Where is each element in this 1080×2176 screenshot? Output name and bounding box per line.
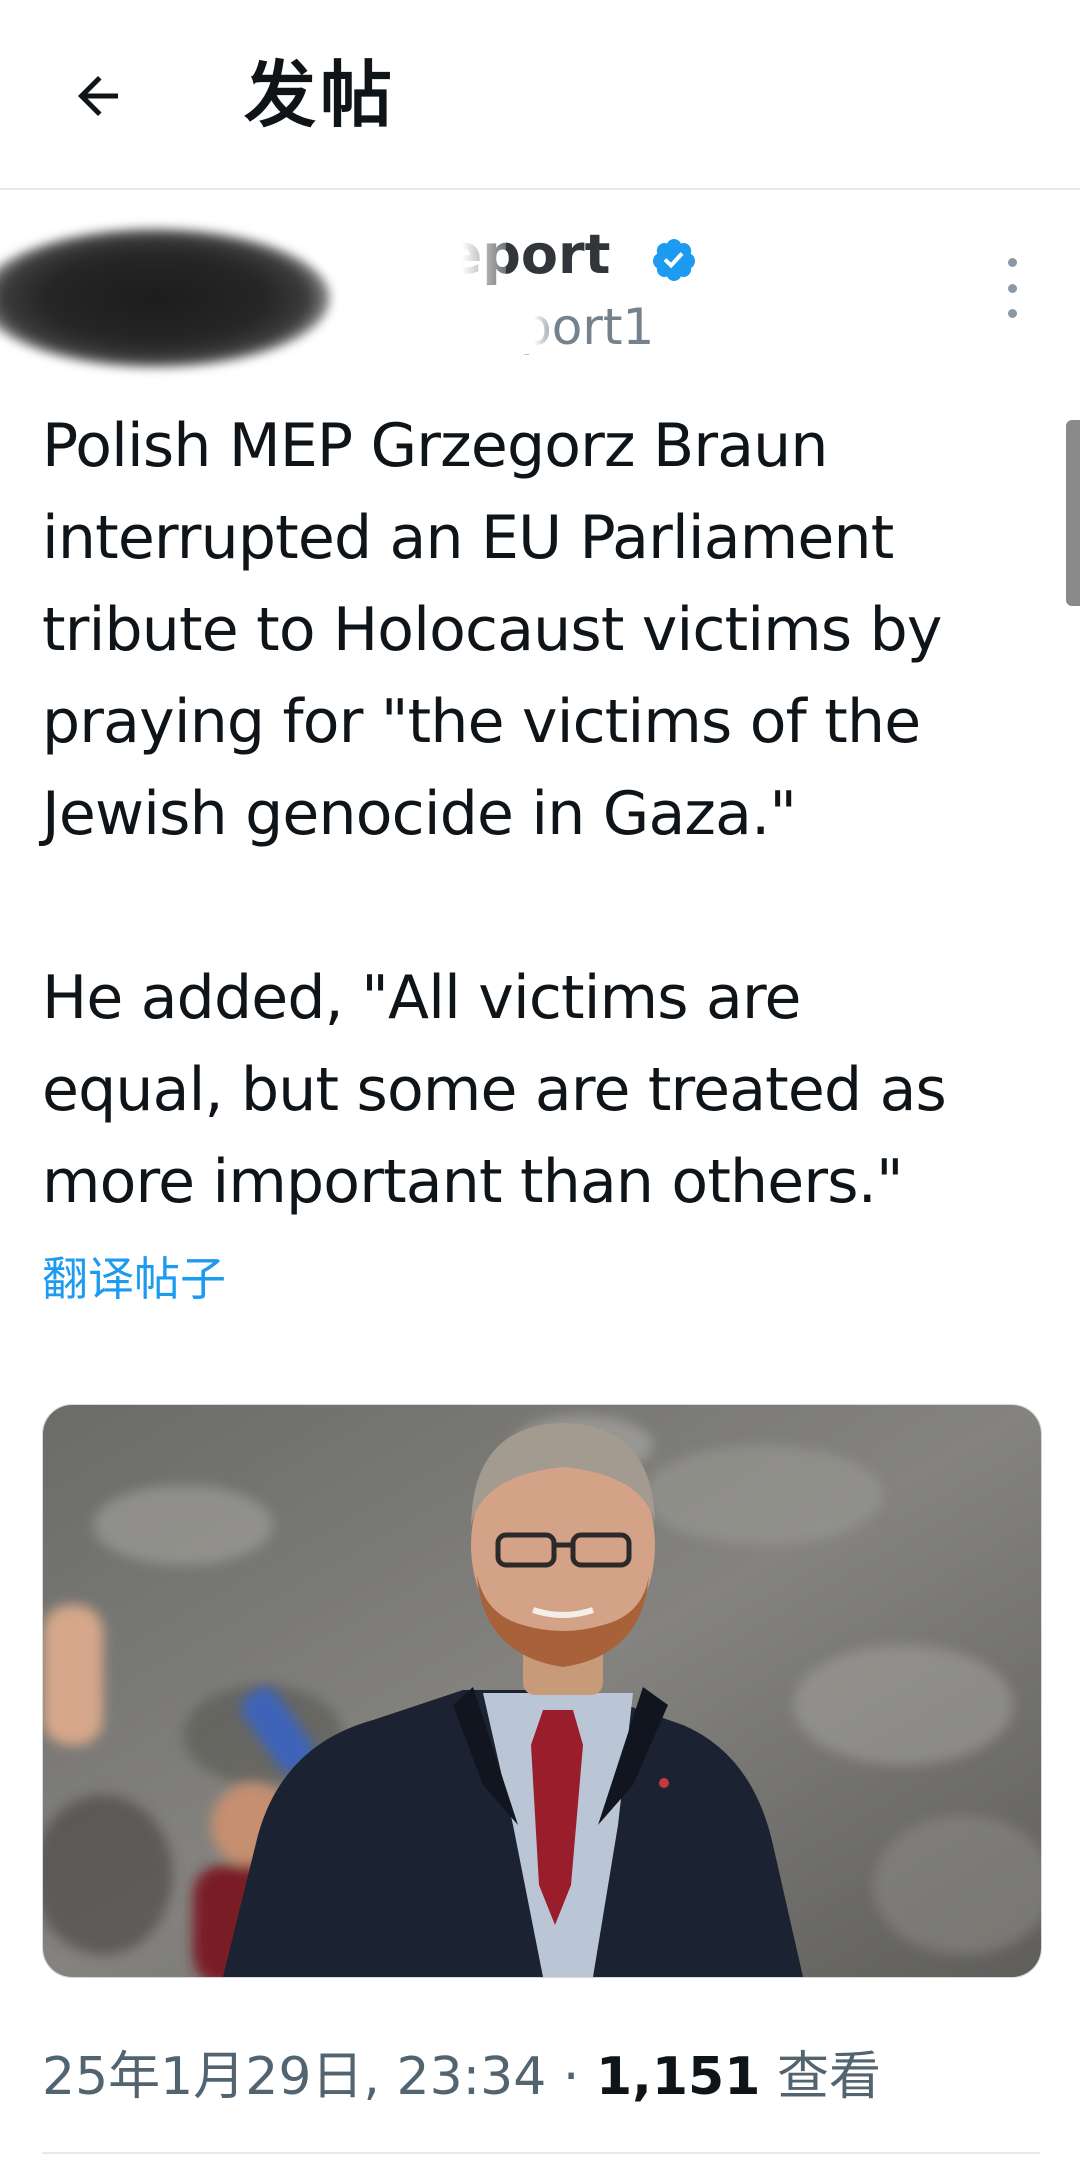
arrow-left-icon [78, 76, 118, 116]
top-bar: 发帖 [0, 0, 1080, 190]
post-meta: 25年1月29日, 23:34 · 1,151 查看 [42, 2046, 881, 2108]
avatar[interactable] [0, 228, 330, 368]
views-label: 查看 [760, 2047, 881, 2107]
post-timestamp[interactable]: 25年1月29日, 23:34 [42, 2047, 546, 2107]
back-button[interactable] [56, 54, 140, 138]
page-title: 发帖 [244, 53, 397, 137]
photo-man-in-suit [43, 1405, 1041, 1977]
views-count[interactable]: 1,151 [596, 2047, 760, 2107]
meta-separator: · [546, 2047, 596, 2107]
more-vertical-icon [1007, 258, 1017, 267]
divider [42, 2152, 1040, 2154]
translate-post-link[interactable]: 翻译帖子 [42, 1252, 226, 1307]
author-handle[interactable]: port1 [504, 302, 654, 354]
more-options-button[interactable] [990, 258, 1034, 318]
scrollbar[interactable] [1066, 420, 1080, 606]
author-display-name[interactable]: Report [396, 228, 610, 284]
post-image[interactable] [42, 1404, 1042, 1978]
verified-badge-icon [652, 239, 695, 281]
post-text: Polish MEP Grzegorz Braun interrupted an… [42, 411, 947, 1217]
